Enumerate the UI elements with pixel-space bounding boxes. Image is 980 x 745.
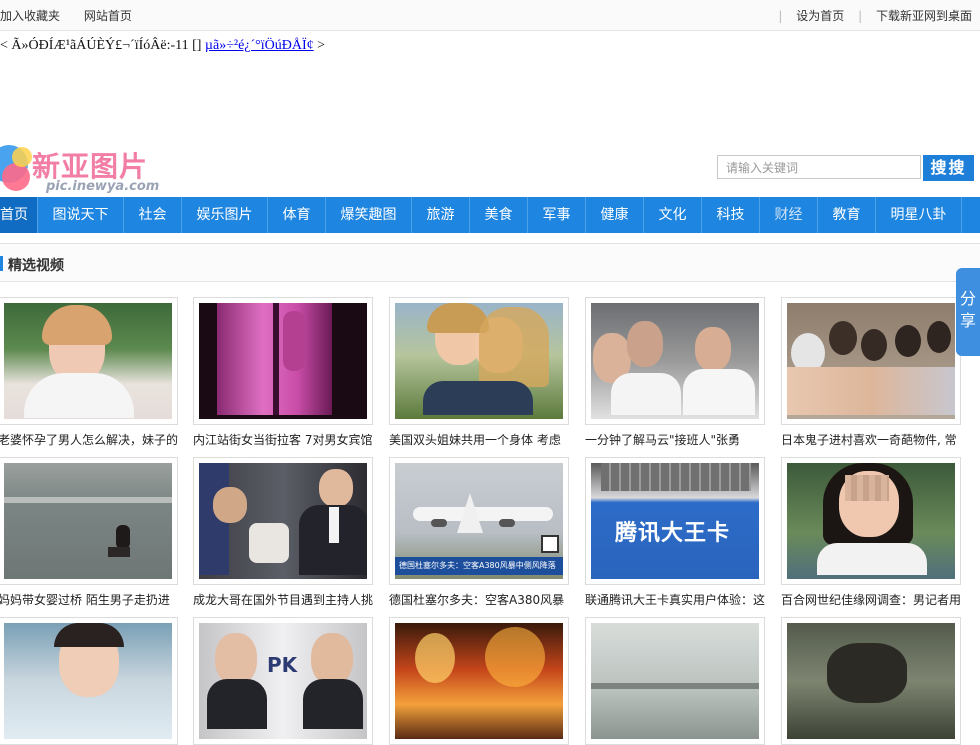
video-thumbnail[interactable] — [0, 297, 178, 425]
news-banner-text: 德国杜塞尔多夫：空客A380风暴中侧风降落 — [399, 561, 556, 570]
video-caption[interactable]: 联通腾讯大王卡真实用户体验：这 — [585, 591, 775, 608]
nav-item-sports[interactable]: 体育 — [268, 197, 326, 233]
top-bar: 加入收藏夹 网站首页 | 设为首页 | 下载新亚网到桌面 — [0, 0, 980, 31]
nav-item-health[interactable]: 健康 — [586, 197, 644, 233]
logo-circle-icon — [2, 163, 30, 191]
video-caption[interactable]: 百合网世纪佳缘网调查：男记者用 — [781, 591, 971, 608]
video-thumbnail[interactable] — [0, 457, 178, 585]
nav-item-military[interactable]: 军事 — [528, 197, 586, 233]
nav-item-home[interactable]: 首页 — [0, 197, 38, 233]
video-caption[interactable]: 德国杜塞尔多夫：空客A380风暴 — [389, 591, 579, 608]
video-thumbnail[interactable] — [0, 617, 178, 745]
set-homepage-link[interactable]: 设为首页 — [796, 9, 844, 23]
video-thumbnail[interactable] — [781, 297, 961, 425]
video-caption[interactable]: 成龙大哥在国外节目遇到主持人挑 — [193, 591, 383, 608]
search-button[interactable]: 搜搜 — [923, 155, 974, 181]
video-caption[interactable]: 美国双头姐妹共用一个身体 考虑 — [389, 431, 579, 448]
video-thumbnail[interactable] — [193, 457, 373, 585]
ad-help-link[interactable]: µã»÷²é¿´°ïÖúÐÅÏ¢ — [205, 38, 314, 53]
video-thumbnail[interactable] — [389, 297, 569, 425]
video-caption[interactable]: 妈妈带女婴过桥 陌生男子走扔进 — [0, 591, 188, 608]
site-home-link[interactable]: 网站首页 — [84, 9, 132, 23]
share-button[interactable]: 分享 — [956, 268, 980, 356]
section-header: 精选视频 — [0, 243, 980, 282]
video-thumbnail[interactable] — [585, 617, 765, 745]
nav-item-tech[interactable]: 科技 — [702, 197, 760, 233]
nav-item-world[interactable]: 图说天下 — [38, 197, 124, 233]
nav-item-celebrity[interactable]: 明星八卦 — [876, 197, 962, 233]
nav-item-travel[interactable]: 旅游 — [412, 197, 470, 233]
video-caption[interactable]: 一分钟了解马云"接班人"张勇 — [585, 431, 775, 448]
logo-circle-icon — [12, 147, 32, 167]
top-bar-left: 加入收藏夹 网站首页 — [0, 7, 152, 24]
section-accent-bar — [0, 256, 3, 271]
video-thumbnail[interactable] — [389, 617, 569, 745]
ad-placeholder-text: < Ã»ÓÐÍÆ¹ãÁÚÈÝ£¬´ïÍóÂë:-11 [] µã»÷²é¿´°ï… — [0, 38, 326, 53]
top-bar-right: | 设为首页 | 下载新亚网到桌面 — [778, 9, 972, 23]
add-favorite-link[interactable]: 加入收藏夹 — [0, 9, 60, 23]
site-logo[interactable]: 新亚图片 pic.inewya.com — [0, 143, 170, 199]
pk-label: PK — [267, 653, 298, 677]
video-thumbnail[interactable] — [781, 457, 961, 585]
video-caption[interactable]: 老婆怀孕了男人怎么解决，妹子的 — [0, 431, 188, 448]
logo-url: pic.inewya.com — [46, 179, 160, 194]
download-desktop-link[interactable]: 下载新亚网到桌面 — [876, 9, 972, 23]
video-thumbnail[interactable]: PK — [193, 617, 373, 745]
nav-item-finance[interactable]: 财经 — [760, 197, 818, 233]
video-caption[interactable]: 日本鬼子进村喜欢一奇葩物件, 常 — [781, 431, 971, 448]
nav-item-education[interactable]: 教育 — [818, 197, 876, 233]
video-thumbnail[interactable] — [193, 297, 373, 425]
video-thumbnail[interactable]: 腾讯大王卡 — [585, 457, 765, 585]
video-thumbnail[interactable]: 德国杜塞尔多夫：空客A380风暴中侧风降落 — [389, 457, 569, 585]
nav-item-food[interactable]: 美食 — [470, 197, 528, 233]
main-nav: 首页 图说天下 社会 娱乐图片 体育 爆笑趣图 旅游 美食 军事 健康 文化 科… — [0, 197, 980, 233]
nav-item-entertainment[interactable]: 娱乐图片 — [182, 197, 268, 233]
section-title: 精选视频 — [8, 258, 64, 274]
video-thumbnail[interactable] — [781, 617, 961, 745]
video-thumbnail[interactable] — [585, 297, 765, 425]
video-caption[interactable]: 内江站街女当街拉客 7对男女宾馆 — [193, 431, 383, 448]
nav-item-culture[interactable]: 文化 — [644, 197, 702, 233]
dawangka-card-text: 腾讯大王卡 — [615, 521, 731, 546]
share-label: 分享 — [960, 289, 977, 330]
search-input[interactable]: 请输入关键词 — [717, 155, 921, 179]
nav-item-funny[interactable]: 爆笑趣图 — [326, 197, 412, 233]
nav-item-society[interactable]: 社会 — [124, 197, 182, 233]
